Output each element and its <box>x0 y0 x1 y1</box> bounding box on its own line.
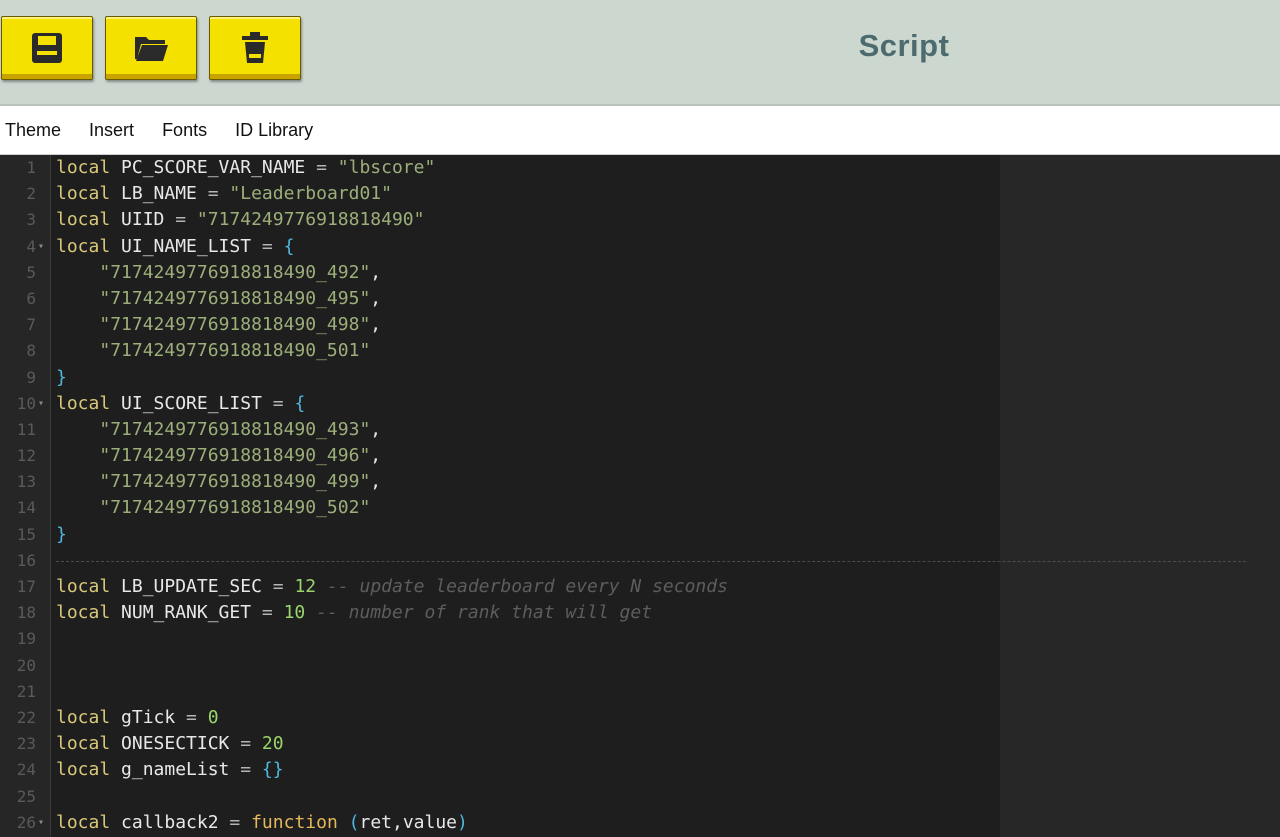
fold-arrow-icon[interactable]: ▾ <box>38 810 44 836</box>
code-line[interactable]: 6 "7174249776918818490_495", <box>0 286 1280 312</box>
line-number: 13 <box>16 472 36 492</box>
line-code: local NUM_RANK_GET = 10 -- number of ran… <box>56 602 653 624</box>
menu-item-insert[interactable]: Insert <box>84 120 148 141</box>
line-code: local LB_UPDATE_SEC = 12 -- update leade… <box>56 576 728 597</box>
fold-arrow-icon[interactable]: ▾ <box>38 234 44 260</box>
line-code: local UI_NAME_LIST = { <box>56 235 295 257</box>
dashed-separator <box>56 560 1246 562</box>
line-code: local ONESECTICK = 20 <box>56 733 284 755</box>
line-code: local g_nameList = {} <box>56 759 284 781</box>
code-line[interactable]: 19 <box>0 626 1280 652</box>
code-line[interactable]: 8 "7174249776918818490_501" <box>0 338 1280 364</box>
line-number: 4 <box>26 236 36 256</box>
line-number: 5 <box>26 262 36 282</box>
line-code: "7174249776918818490_498", <box>99 314 382 336</box>
code-line[interactable]: 14 "7174249776918818490_502" <box>0 495 1280 521</box>
line-number: 7 <box>26 315 36 335</box>
line-code: local UI_SCORE_LIST = { <box>56 392 306 414</box>
line-number: 10 <box>16 393 36 413</box>
line-number: 21 <box>16 681 36 701</box>
code-line[interactable]: 2 local LB_NAME = "Leaderboard01" <box>0 181 1280 207</box>
line-code: "7174249776918818490_499", <box>99 471 382 493</box>
code-line[interactable]: 3 local UIID = "7174249776918818490" <box>0 207 1280 233</box>
menu-item-theme[interactable]: Theme <box>0 120 75 141</box>
line-number: 2 <box>26 184 36 204</box>
line-code: local gTick = 0 <box>56 706 219 728</box>
code-line[interactable]: 23 local ONESECTICK = 20 <box>0 731 1280 757</box>
line-number: 11 <box>16 419 36 439</box>
line-number: 18 <box>16 603 36 623</box>
line-code: } <box>56 523 67 545</box>
line-code: "7174249776918818490_492", <box>99 261 382 283</box>
line-number: 15 <box>16 524 36 544</box>
line-number: 24 <box>16 760 36 780</box>
line-number: 26 <box>16 812 36 832</box>
code-editor[interactable]: 1 local PC_SCORE_VAR_NAME = "lbscore" 2 loc… <box>0 155 1280 837</box>
code-line[interactable]: 7 "7174249776918818490_498", <box>0 312 1280 338</box>
menu-item-fonts[interactable]: Fonts <box>157 120 221 141</box>
line-number: 3 <box>26 210 36 230</box>
line-number: 22 <box>16 707 36 727</box>
code-line[interactable]: 1 local PC_SCORE_VAR_NAME = "lbscore" <box>0 155 1280 181</box>
page-title: Script <box>858 28 950 63</box>
code-line[interactable]: 11 "7174249776918818490_493", <box>0 417 1280 443</box>
line-number: 1 <box>26 158 36 177</box>
line-number: 12 <box>16 446 36 466</box>
line-number: 9 <box>26 367 36 387</box>
line-number: 14 <box>16 498 36 518</box>
line-number: 23 <box>16 734 36 754</box>
line-code: } <box>56 366 67 388</box>
code-line[interactable]: 22 local gTick = 0 <box>0 705 1280 731</box>
fold-arrow-icon[interactable]: ▾ <box>38 391 44 417</box>
header-bar: Script <box>0 0 1280 106</box>
line-number: 8 <box>26 341 36 361</box>
code-line[interactable]: 24 local g_nameList = {} <box>0 757 1280 783</box>
line-code: "7174249776918818490_501" <box>99 340 371 362</box>
code-line[interactable]: 9} <box>0 365 1280 391</box>
code-line[interactable]: 16 <box>0 548 1280 574</box>
line-code: "7174249776918818490_493", <box>99 418 382 440</box>
line-code: local LB_NAME = "Leaderboard01" <box>56 183 392 205</box>
menu-item-id-library[interactable]: ID Library <box>230 120 327 141</box>
line-code: local callback2 = function (ret,value) <box>56 811 468 833</box>
code-line[interactable]: 13 "7174249776918818490_499", <box>0 469 1280 495</box>
line-number: 17 <box>16 577 36 596</box>
line-number: 6 <box>26 288 36 308</box>
code-line[interactable]: 21 <box>0 679 1280 705</box>
code-line[interactable]: 26 ▾ local callback2 = function (ret,value… <box>0 810 1280 836</box>
line-code: local UIID = "7174249776918818490" <box>56 209 425 231</box>
code-lines[interactable]: 1 local PC_SCORE_VAR_NAME = "lbscore" 2 loc… <box>0 155 1280 836</box>
line-number: 19 <box>16 629 36 649</box>
code-line[interactable]: 18 local NUM_RANK_GET = 10 -- number of r… <box>0 600 1280 626</box>
code-line[interactable]: 17 local LB_UPDATE_SEC = 12 -- update lea… <box>0 574 1280 600</box>
menu-bar: Theme Insert Fonts ID Library <box>0 106 1280 155</box>
code-line[interactable]: 12 "7174249776918818490_496", <box>0 443 1280 469</box>
code-line[interactable]: 20 <box>0 653 1280 679</box>
line-code: "7174249776918818490_502" <box>99 497 371 519</box>
code-line[interactable]: 10 ▾ local UI_SCORE_LIST = { <box>0 391 1280 417</box>
line-code: "7174249776918818490_496", <box>99 445 382 467</box>
code-line[interactable]: 15} <box>0 522 1280 548</box>
code-line[interactable]: 5 "7174249776918818490_492", <box>0 260 1280 286</box>
code-line[interactable]: 25 <box>0 784 1280 810</box>
line-number: 20 <box>16 655 36 675</box>
code-line[interactable]: 4 ▾ local UI_NAME_LIST = { <box>0 234 1280 260</box>
line-number: 25 <box>16 786 36 806</box>
line-code: local PC_SCORE_VAR_NAME = "lbscore" <box>56 157 436 178</box>
line-number: 16 <box>16 550 36 570</box>
line-code: "7174249776918818490_495", <box>99 287 382 309</box>
